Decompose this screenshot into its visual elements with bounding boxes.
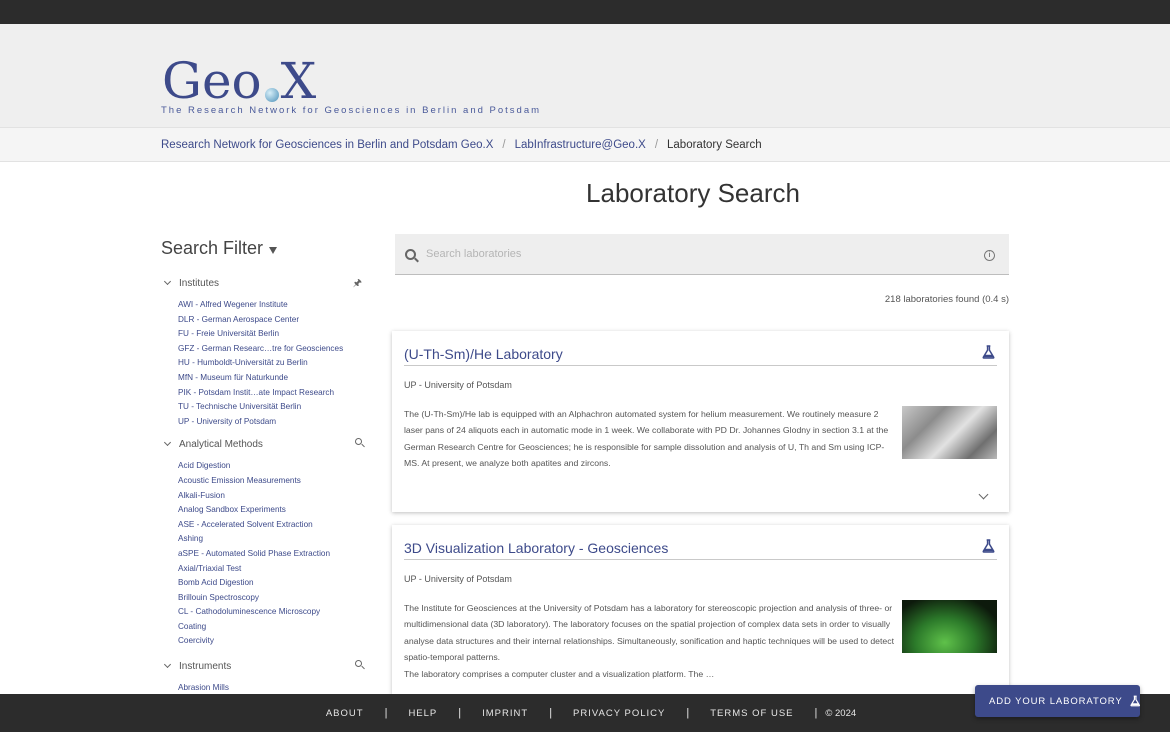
- footer-link-help[interactable]: HELP: [408, 708, 437, 719]
- copyright: © 2024: [825, 707, 857, 719]
- lab-photo: [902, 600, 997, 653]
- chevron-down-icon: [163, 277, 172, 286]
- search-icon[interactable]: [355, 437, 362, 448]
- breadcrumb-current: Laboratory Search: [667, 138, 762, 151]
- top-bar: [0, 0, 1170, 24]
- footer-link-privacy-policy[interactable]: PRIVACY POLICY: [573, 708, 665, 719]
- filter-option[interactable]: Brillouin Spectroscopy: [178, 591, 366, 606]
- filter-option[interactable]: FU - Freie Universität Berlin: [178, 327, 366, 342]
- filter-group-header[interactable]: Instruments: [161, 657, 366, 675]
- filter-option[interactable]: AWI - Alfred Wegener Institute: [178, 298, 366, 313]
- site-header: Geo X The Research Network for Geoscienc…: [0, 24, 1170, 127]
- filter-option[interactable]: Acoustic Emission Measurements: [178, 474, 366, 489]
- institute-label: UP - University of Potsdam: [404, 574, 512, 584]
- filter-option[interactable]: Axial/Triaxial Test: [178, 562, 366, 577]
- geox-logo[interactable]: Geo X: [162, 50, 316, 106]
- lab-description: The Institute for Geosciences at the Uni…: [404, 603, 895, 679]
- breadcrumb-link-geox[interactable]: Research Network for Geosciences in Berl…: [161, 139, 493, 151]
- search-icon: [405, 248, 416, 260]
- filter-option[interactable]: HU - Humboldt-Universität zu Berlin: [178, 356, 366, 371]
- filter-option[interactable]: ASE - Accelerated Solvent Extraction: [178, 518, 366, 533]
- lab-description: The (U-Th-Sm)/He lab is equipped with an…: [404, 409, 889, 469]
- page-title: Laboratory Search: [586, 178, 800, 208]
- search-input[interactable]: [426, 248, 966, 260]
- search-icon[interactable]: [355, 659, 362, 670]
- filter-group-header[interactable]: Institutes 🖈: [161, 274, 366, 292]
- filter-option[interactable]: DLR - German Aerospace Center: [178, 313, 366, 328]
- pin-icon[interactable]: 🖈: [353, 276, 362, 293]
- tagline: The Research Network for Geosciences in …: [161, 105, 542, 116]
- flask-icon: [1130, 695, 1140, 707]
- footer-separator: |: [814, 707, 818, 719]
- footer-separator: |: [458, 707, 462, 719]
- filter-option[interactable]: TU - Technische Universität Berlin: [178, 400, 366, 415]
- filter-option[interactable]: MfN - Museum für Naturkunde: [178, 371, 366, 386]
- filter-option[interactable]: Coating: [178, 620, 366, 635]
- results-count: 218 laboratories found (0.4 s): [884, 294, 1009, 305]
- filter-option[interactable]: GFZ - German Researc…tre for Geosciences: [178, 342, 366, 357]
- institute-label: UP - University of Potsdam: [404, 380, 512, 390]
- flask-icon: [982, 345, 995, 359]
- breadcrumb-link-labinfrastructure[interactable]: LabInfrastructure@Geo.X: [515, 139, 646, 151]
- result-card[interactable]: (U-Th-Sm)/He Laboratory UP - University …: [392, 331, 1009, 512]
- flask-icon: [982, 539, 995, 553]
- filter-option[interactable]: Abrasion Mills: [178, 681, 366, 694]
- footer-link-terms-of-use[interactable]: TERMS OF USE: [710, 708, 793, 719]
- breadcrumb-separator: /: [502, 138, 506, 151]
- footer-separator: |: [549, 707, 553, 719]
- breadcrumb: Research Network for Geosciences in Berl…: [0, 127, 1170, 162]
- filter-group-header[interactable]: Analytical Methods: [161, 435, 366, 453]
- drop-icon: [264, 88, 279, 102]
- footer-separator: |: [384, 707, 388, 719]
- filter-option[interactable]: CL - Cathodoluminescence Microscopy: [178, 605, 366, 620]
- chevron-down-icon: [163, 439, 172, 447]
- footer-link-about[interactable]: ABOUT: [326, 708, 364, 719]
- chevron-down-icon: [163, 661, 172, 669]
- footer-link-imprint[interactable]: IMPRINT: [482, 708, 528, 719]
- breadcrumb-separator: /: [654, 138, 659, 151]
- result-card[interactable]: 3D Visualization Laboratory - Geoscience…: [392, 525, 1009, 695]
- filter-option[interactable]: Acid Digestion: [178, 459, 366, 474]
- filter-group-institutes: Institutes 🖈 AWI - Alfred Wegener Instit…: [161, 274, 366, 429]
- filter-option[interactable]: Coercivity: [178, 634, 366, 649]
- lab-title-link[interactable]: (U-Th-Sm)/He Laboratory: [404, 346, 563, 362]
- lab-photo: [902, 406, 997, 459]
- filter-option[interactable]: Analog Sandbox Experiments: [178, 503, 366, 518]
- footer-separator: |: [686, 707, 690, 719]
- filter-option[interactable]: Ashing: [178, 532, 366, 547]
- filter-option[interactable]: Bomb Acid Digestion: [178, 576, 366, 591]
- search-bar: i: [395, 234, 1009, 275]
- filter-group-instruments: Instruments Abrasion Mills: [161, 657, 366, 694]
- info-icon[interactable]: i: [984, 250, 995, 261]
- filter-option[interactable]: PIK - Potsdam Instit…ate Impact Research: [178, 386, 366, 401]
- filter-option[interactable]: Alkali-Fusion: [178, 489, 366, 504]
- search-filter-heading: Search Filter: [161, 238, 278, 259]
- filter-option[interactable]: UP - University of Potsdam: [178, 415, 366, 430]
- expand-chevron-icon[interactable]: [978, 489, 989, 500]
- filter-group-analytical-methods: Analytical Methods Acid Digestion Acoust…: [161, 435, 366, 651]
- add-laboratory-button[interactable]: ADD YOUR LABORATORY: [975, 685, 1140, 717]
- filter-option[interactable]: aSPE - Automated Solid Phase Extraction: [178, 547, 366, 562]
- lab-title-link[interactable]: 3D Visualization Laboratory - Geoscience…: [404, 540, 668, 556]
- funnel-icon: [269, 246, 278, 254]
- filter-panel: Institutes 🖈 AWI - Alfred Wegener Instit…: [161, 274, 366, 694]
